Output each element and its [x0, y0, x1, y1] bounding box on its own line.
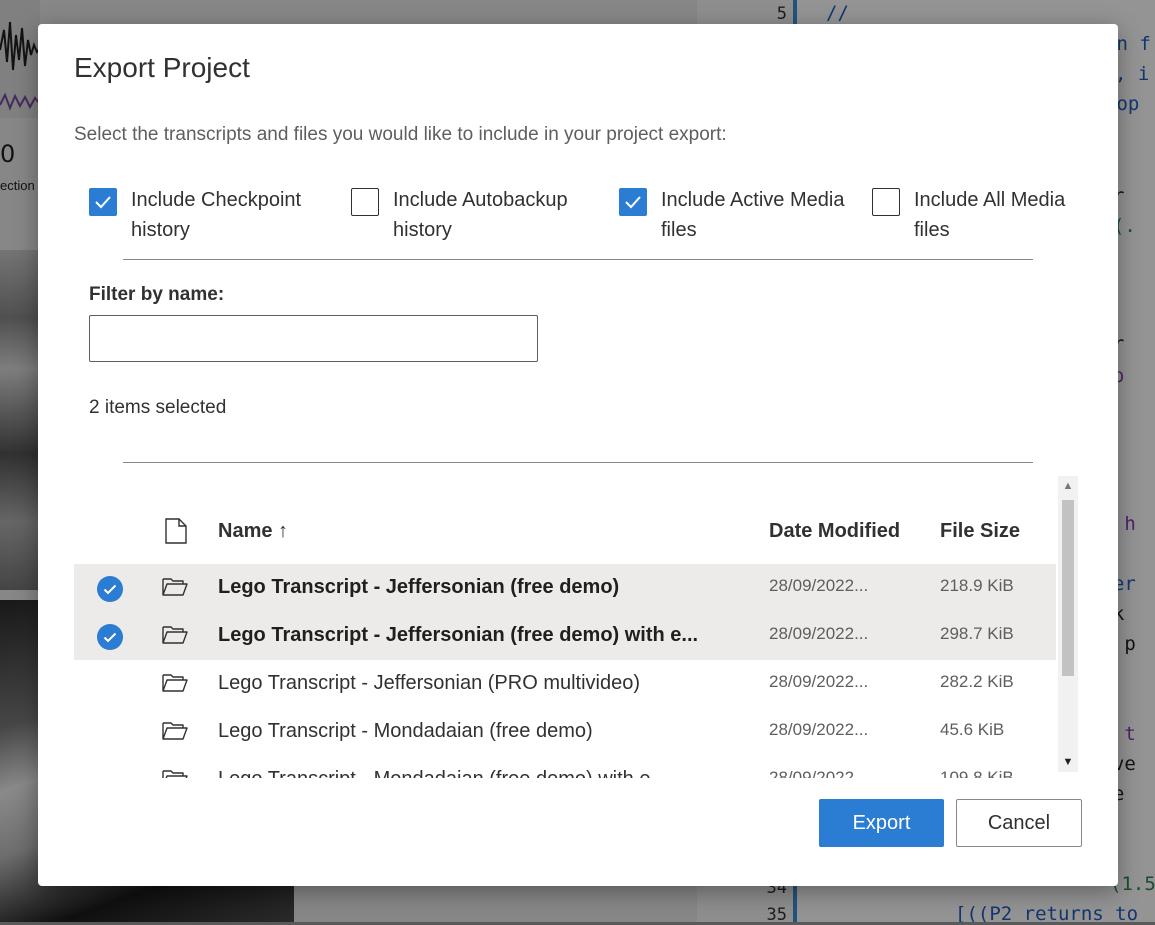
option-include-autobackup-history[interactable]: Include Autobackup history — [351, 188, 568, 245]
folder-open-icon — [162, 768, 188, 778]
list-divider — [123, 462, 1033, 463]
option-label: Include Autobackup — [393, 189, 568, 211]
option-label-line2: history — [393, 219, 452, 241]
file-row[interactable]: Lego Transcript - Jeffersonian (PRO mult… — [74, 660, 1056, 708]
options-divider — [123, 259, 1033, 260]
option-label-line2: history — [131, 219, 190, 241]
file-name: Lego Transcript - Mondadaian (free demo)… — [218, 768, 667, 778]
option-label-line2: files — [914, 219, 950, 241]
selection-count: 2 items selected — [89, 397, 227, 418]
file-row[interactable]: Lego Transcript - Jeffersonian (free dem… — [74, 612, 1056, 660]
column-header-date-modified[interactable]: Date Modified — [769, 520, 900, 543]
option-include-checkpoint-history[interactable]: Include Checkpoint history — [89, 188, 301, 245]
folder-open-icon — [162, 576, 188, 601]
row-selected-check-icon[interactable] — [97, 576, 123, 602]
export-project-dialog: Export Project Select the transcripts an… — [38, 24, 1118, 886]
file-list: Lego Transcript - Jeffersonian (free dem… — [38, 564, 1118, 778]
column-header-name[interactable]: Name ↑ — [218, 520, 288, 543]
file-name: Lego Transcript - Jeffersonian (free dem… — [218, 624, 699, 646]
dialog-subtitle: Select the transcripts and files you wou… — [74, 124, 727, 145]
file-date: 28/09/2022... — [769, 624, 869, 643]
option-label: Include Checkpoint — [131, 189, 302, 211]
file-size: 45.6 KiB — [940, 720, 1005, 739]
file-date: 28/09/2022... — [769, 720, 869, 739]
file-row[interactable]: Lego Transcript - Jeffersonian (free dem… — [74, 564, 1056, 612]
folder-open-icon — [162, 624, 188, 649]
file-name: Lego Transcript - Jeffersonian (PRO mult… — [218, 672, 641, 694]
file-row[interactable]: Lego Transcript - Mondadaian (free demo)… — [74, 756, 1056, 778]
file-name: Lego Transcript - Jeffersonian (free dem… — [218, 576, 620, 598]
option-label: Include All Media — [914, 189, 1066, 211]
file-size: 218.9 KiB — [940, 576, 1014, 595]
file-date: 28/09/2022... — [769, 768, 869, 778]
file-row[interactable]: Lego Transcript - Mondadaian (free demo)… — [74, 708, 1056, 756]
file-list-header: Name ↑ Date Modified File Size — [74, 504, 1056, 558]
option-include-active-media-files[interactable]: Include Active Media files — [619, 188, 844, 245]
checkbox-checked-icon[interactable] — [619, 188, 647, 216]
file-size: 282.2 KiB — [940, 672, 1014, 691]
filter-label: Filter by name: — [89, 284, 225, 305]
folder-open-icon — [162, 720, 188, 745]
scroll-down-arrow-icon[interactable]: ▼ — [1058, 752, 1078, 772]
scroll-up-arrow-icon[interactable]: ▲ — [1058, 476, 1078, 496]
row-selected-check-icon[interactable] — [97, 624, 123, 650]
scrollbar-thumb[interactable] — [1062, 500, 1074, 676]
checkbox-unchecked-icon[interactable] — [351, 188, 379, 216]
file-date: 28/09/2022... — [769, 576, 869, 595]
export-button[interactable]: Export — [819, 799, 944, 847]
folder-open-icon — [162, 672, 188, 697]
option-label-line2: files — [661, 219, 697, 241]
column-header-file-size[interactable]: File Size — [940, 520, 1020, 543]
dialog-title: Export Project — [74, 52, 250, 83]
file-date: 28/09/2022... — [769, 672, 869, 691]
file-name: Lego Transcript - Mondadaian (free demo) — [218, 720, 593, 742]
file-size: 298.7 KiB — [940, 624, 1014, 643]
filter-by-name-input[interactable] — [89, 315, 538, 362]
checkbox-checked-icon[interactable] — [89, 188, 117, 216]
file-list-scrollbar[interactable]: ▲ ▼ — [1058, 476, 1078, 772]
option-include-all-media-files[interactable]: Include All Media files — [872, 188, 1065, 245]
file-size: 109.8 KiB — [940, 768, 1014, 778]
cancel-button[interactable]: Cancel — [956, 799, 1082, 847]
file-type-icon — [165, 518, 187, 549]
option-label: Include Active Media — [661, 189, 845, 211]
checkbox-unchecked-icon[interactable] — [872, 188, 900, 216]
